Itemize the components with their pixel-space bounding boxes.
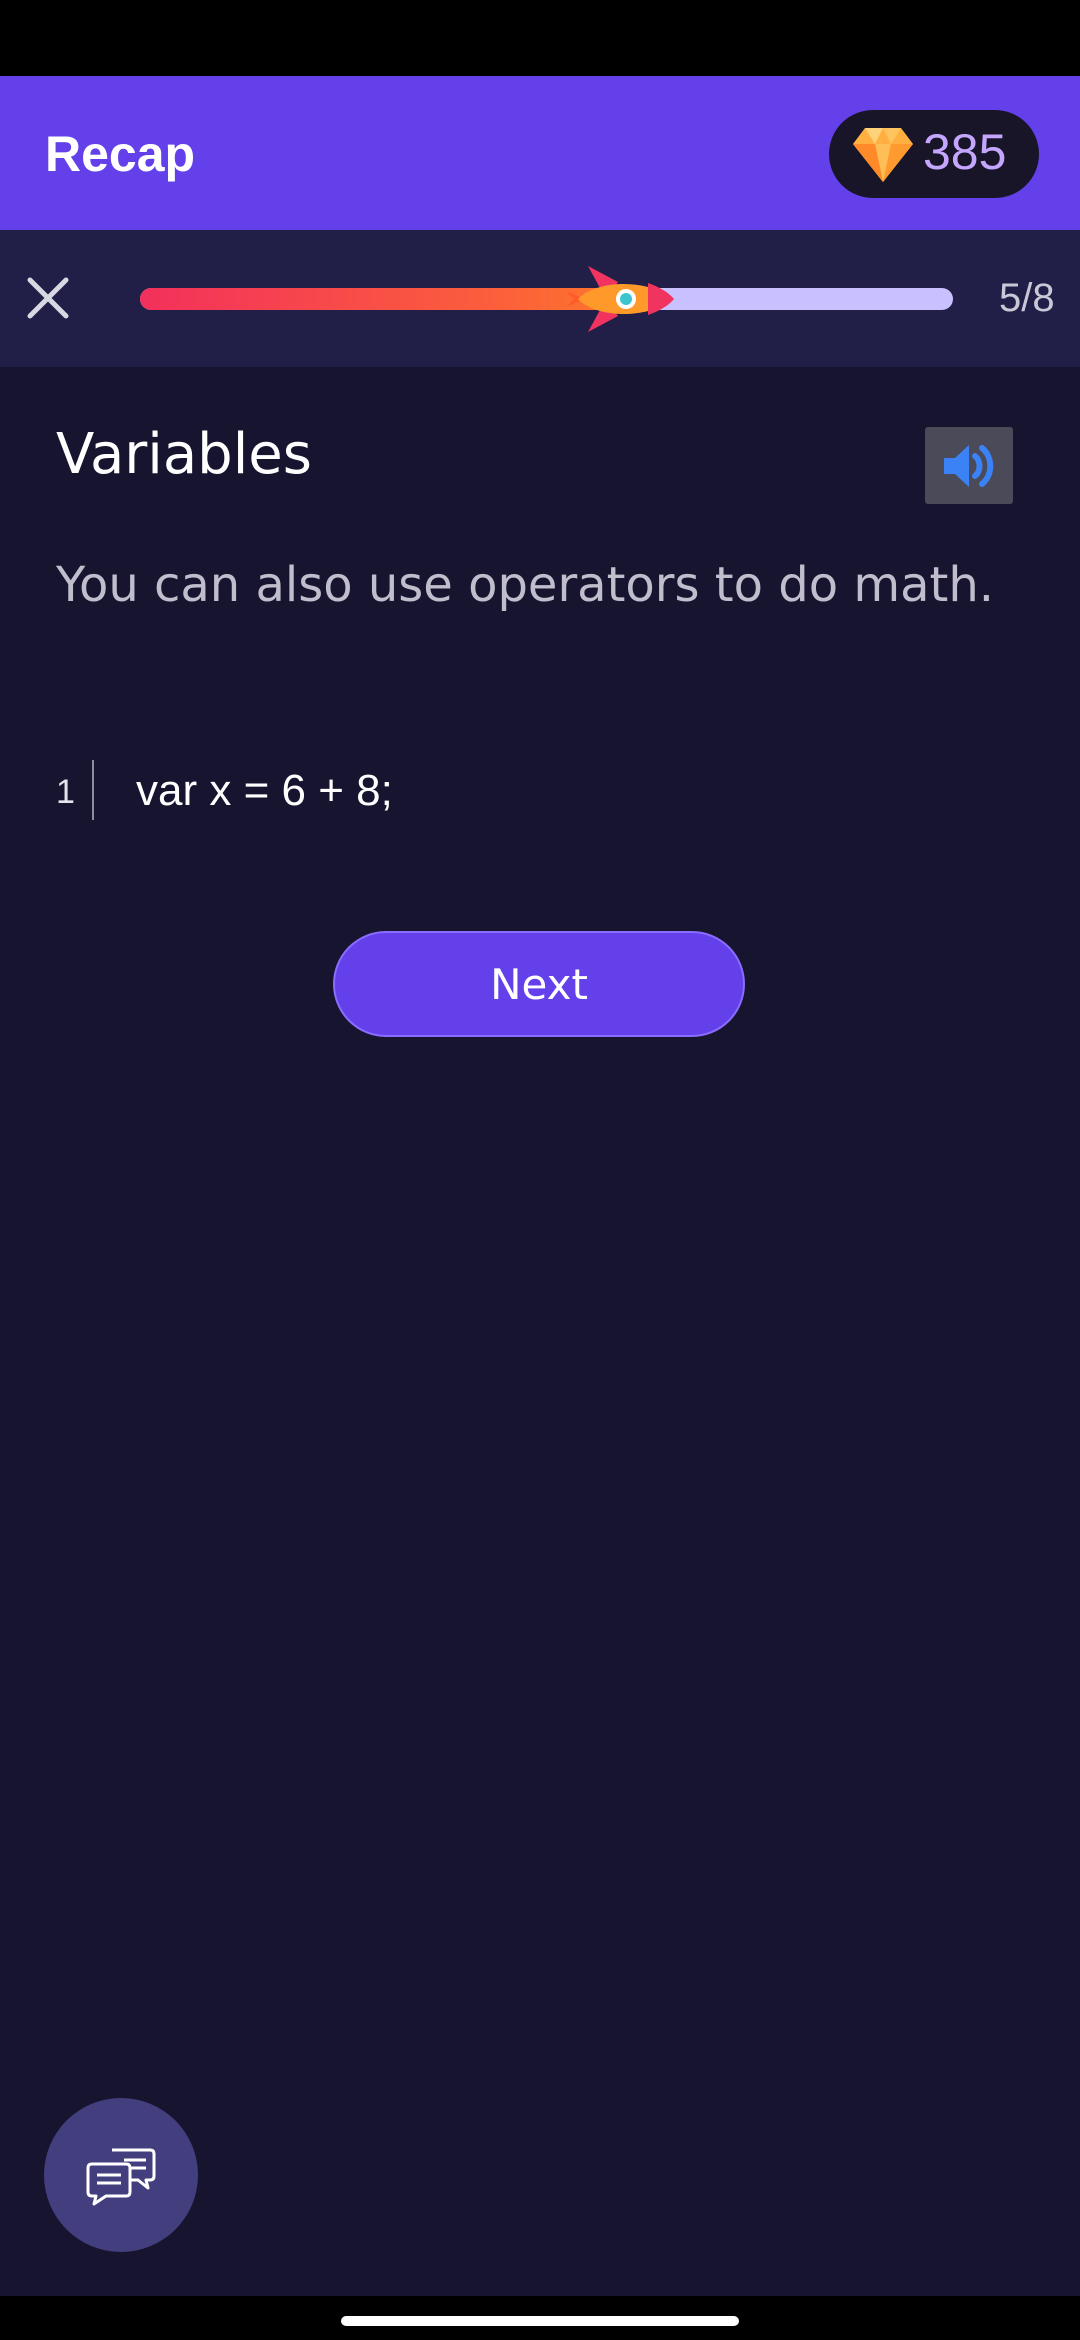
page-title: Recap xyxy=(45,126,196,182)
code-gutter-divider xyxy=(92,760,94,820)
lesson-title: Variables xyxy=(56,422,312,487)
diamond-gem-icon xyxy=(853,128,913,182)
app-header: Recap 385 xyxy=(0,76,1080,230)
progress-track xyxy=(140,266,953,332)
gem-counter[interactable]: 385 xyxy=(829,110,1039,198)
rocket-icon xyxy=(566,266,675,332)
next-button[interactable]: Next xyxy=(333,931,745,1037)
code-line: var x = 6 + 8; xyxy=(136,766,393,815)
home-indicator[interactable] xyxy=(341,2316,739,2326)
code-line-number: 1 xyxy=(56,773,75,811)
status-bar xyxy=(0,0,1080,76)
lesson-progress-bar: 5/8 xyxy=(0,230,1080,367)
step-counter: 5/8 xyxy=(999,276,1055,320)
chat-button[interactable] xyxy=(44,2098,198,2252)
lesson-body-text: You can also use operators to do math. xyxy=(56,557,994,613)
next-button-label: Next xyxy=(490,959,588,1009)
chat-bubbles-icon xyxy=(86,2148,156,2206)
gem-count: 385 xyxy=(923,124,1007,180)
audio-button[interactable] xyxy=(925,427,1013,504)
speaker-icon xyxy=(944,445,994,487)
navigation-bar xyxy=(0,2296,1080,2340)
close-icon[interactable] xyxy=(20,270,76,326)
